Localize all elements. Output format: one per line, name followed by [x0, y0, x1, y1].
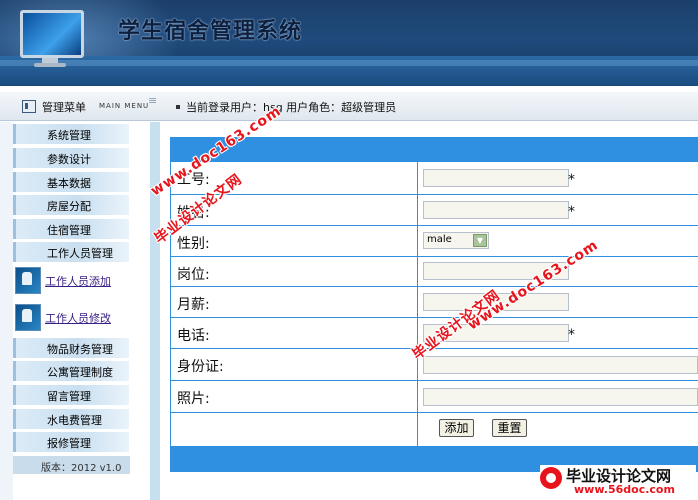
chevron-down-icon[interactable]: ▼: [473, 234, 487, 247]
staff-id-input[interactable]: [423, 169, 569, 187]
salary-label: 月薪:: [177, 297, 210, 313]
watermark-logo-url: www.56doc.com: [574, 483, 675, 496]
current-user-info: 当前登录用户：hsg 用户角色：超级管理员: [186, 101, 397, 114]
sidebar-item-messages[interactable]: 留言管理: [13, 385, 129, 405]
id-card-label: 身份证:: [177, 359, 224, 375]
staff-edit-link[interactable]: 工作人员修改: [45, 310, 111, 326]
sidebar-item-room-assign[interactable]: 房屋分配: [13, 195, 129, 215]
sidebar-item-assets-finance[interactable]: 物品财务管理: [13, 338, 129, 358]
position-label: 岗位:: [177, 267, 210, 283]
menu-subtitle: MAIN MENU: [99, 102, 150, 110]
sidebar: 系统管理 参数设计 基本数据 房屋分配 住宿管理 工作人员管理 工作人员添加 工…: [13, 122, 130, 476]
staff-edit-icon: [15, 304, 41, 331]
reset-button[interactable]: 重置: [492, 419, 527, 437]
app-title: 学生宿舍管理系统: [118, 18, 303, 44]
watermark-logo: 毕业设计论文网 www.56doc.com: [540, 465, 696, 497]
add-button[interactable]: 添加: [439, 419, 474, 437]
sidebar-item-repairs[interactable]: 报修管理: [13, 432, 129, 452]
form-row-actions: [170, 413, 698, 447]
watermark-logo-icon: [540, 467, 562, 489]
sidebar-item-lodging[interactable]: 住宿管理: [13, 219, 129, 239]
gender-label: 性别:: [177, 236, 210, 252]
phone-label: 电话:: [177, 328, 210, 344]
name-required: *: [568, 204, 575, 220]
gender-select[interactable]: male ▼: [423, 232, 489, 249]
sidebar-item-rules[interactable]: 公寓管理制度: [13, 361, 129, 381]
name-input[interactable]: [423, 201, 569, 219]
menu-title: 管理菜单: [42, 101, 86, 114]
sidebar-item-staff[interactable]: 工作人员管理: [13, 242, 129, 262]
sidebar-collapse-handle-icon[interactable]: ≡: [148, 95, 158, 112]
sidebar-subitem-staff-add[interactable]: 工作人员添加: [13, 266, 133, 296]
sidebar-item-basic-data[interactable]: 基本数据: [13, 172, 129, 192]
monitor-logo-icon: [14, 6, 84, 67]
sidebar-item-system[interactable]: 系统管理: [13, 124, 129, 144]
staff-id-required: *: [568, 172, 575, 188]
gender-select-value: male: [427, 234, 452, 245]
bullet-icon: [176, 105, 180, 109]
sidebar-item-utilities[interactable]: 水电费管理: [13, 409, 129, 429]
info-bar: 管理菜单 MAIN MENU ≡ 当前登录用户：hsg 用户角色：超级管理员: [0, 92, 698, 121]
app-header: 学生宿舍管理系统: [0, 0, 698, 86]
sidebar-item-params[interactable]: 参数设计: [13, 148, 129, 168]
phone-required: *: [568, 327, 575, 343]
version-label: 版本：2012 v1.0: [13, 456, 130, 474]
photo-label: 照片:: [177, 391, 210, 407]
id-card-input[interactable]: [423, 356, 698, 374]
menu-icon: [22, 100, 36, 113]
photo-input[interactable]: [423, 388, 698, 406]
form-header-bar: [170, 137, 698, 162]
staff-add-link[interactable]: 工作人员添加: [45, 273, 111, 289]
staff-add-icon: [15, 267, 41, 294]
sidebar-subitem-staff-edit[interactable]: 工作人员修改: [13, 303, 133, 333]
header-band-highlight: [0, 60, 698, 66]
left-frame: [0, 122, 13, 500]
